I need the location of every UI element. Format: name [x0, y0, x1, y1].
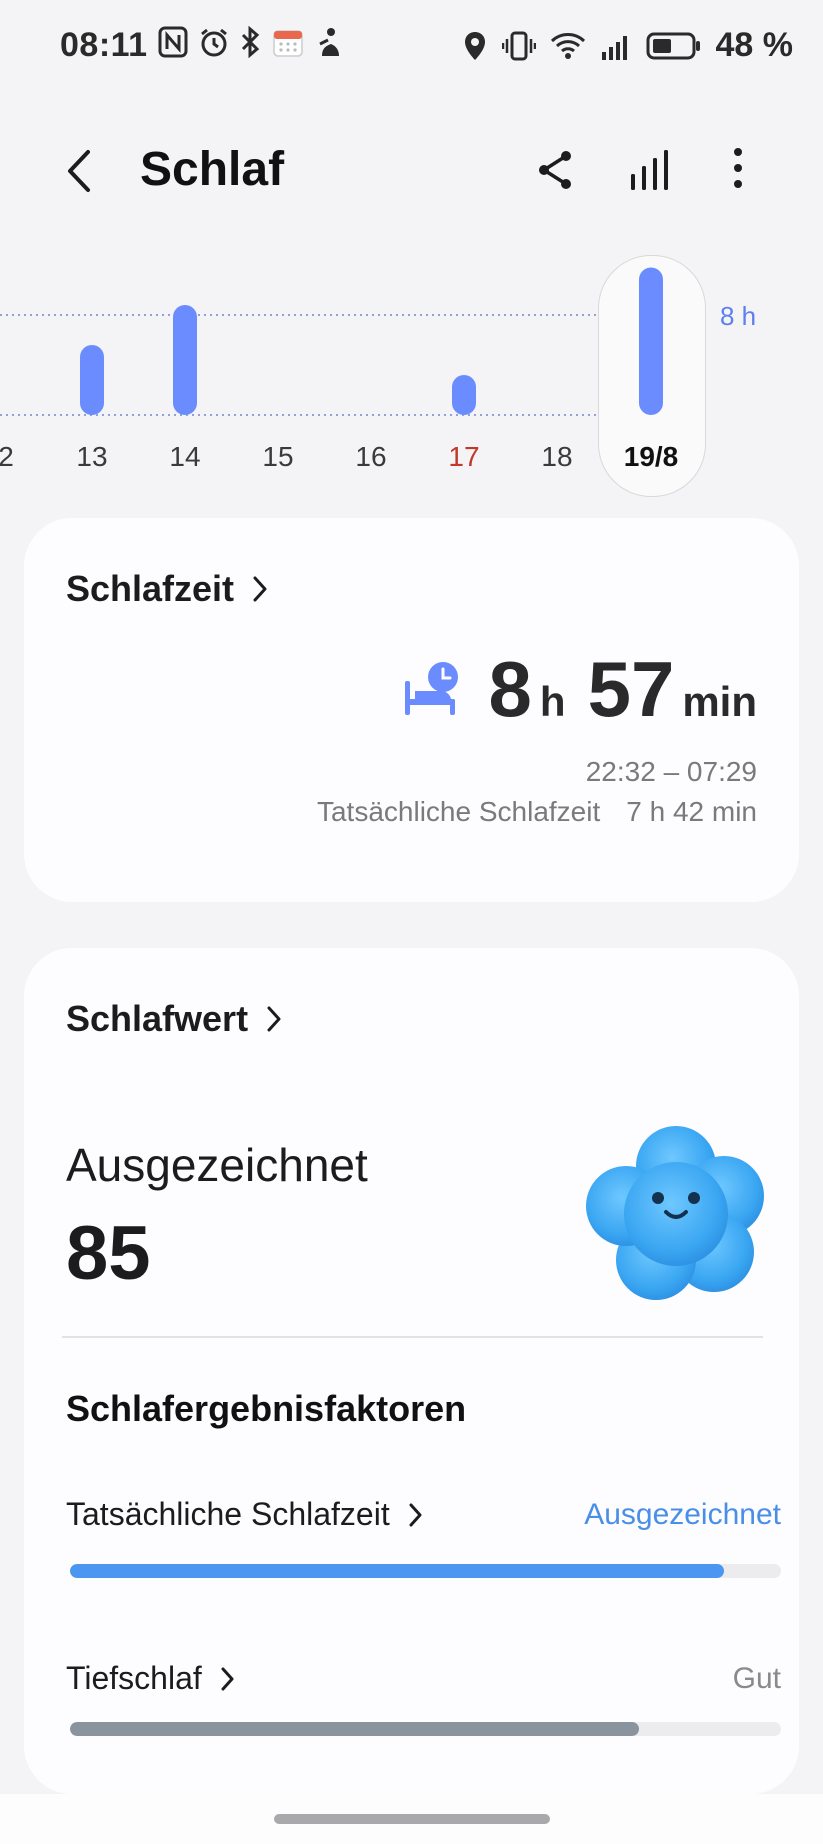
chevron-right-icon [267, 1006, 281, 1032]
day-label-19-8[interactable]: 19/8 [624, 441, 679, 473]
factor-status: Gut [732, 1661, 781, 1695]
bed-clock-icon [404, 661, 458, 715]
factor-name: Tatsächliche Schlafzeit [66, 1496, 422, 1533]
nfc-icon [158, 26, 188, 58]
factor-name: Tiefschlaf [66, 1660, 234, 1697]
sleep-time-card[interactable]: Schlafzeit 8 h 57 min 22:32 – 07:29 Tats… [24, 518, 799, 902]
back-icon[interactable] [60, 146, 100, 196]
day-label-14[interactable]: 14 [169, 441, 200, 473]
divider [62, 1336, 763, 1338]
wifi-icon [550, 32, 585, 59]
battery-icon [646, 32, 700, 59]
location-icon [464, 31, 485, 60]
day-label-17[interactable]: 17 [448, 441, 479, 473]
factor-progress-track [70, 1564, 781, 1578]
chevron-right-icon [253, 576, 267, 602]
sleep-rating: Ausgezeichnet [66, 1139, 368, 1191]
reference-line-label: 8 h [720, 301, 757, 331]
chart-svg [0, 267, 663, 416]
bar-13[interactable] [80, 345, 104, 415]
sleep-chart: 2 13 14 15 16 17 18 19/8 8 h [0, 245, 823, 505]
day-label-18[interactable]: 18 [541, 441, 572, 473]
chevron-right-icon [409, 1503, 422, 1526]
actual-sleep: Tatsächliche Schlafzeit 7 h 42 min [317, 796, 757, 828]
day-label-13[interactable]: 13 [76, 441, 107, 473]
sleep-score-card[interactable]: Schlafwert Ausgezeichnet 85 Schlafergebn… [24, 948, 799, 1794]
vibrate-icon [501, 31, 536, 60]
factor-status: Ausgezeichnet [584, 1497, 781, 1531]
signal-icon [601, 35, 627, 60]
sleep-score-title-text: Schlafwert [66, 998, 249, 1039]
factor-row-deep-sleep[interactable]: Tiefschlaf Gut [66, 1660, 781, 1697]
sleep-range: 22:32 – 07:29 [585, 756, 757, 787]
figure-icon [319, 28, 339, 56]
hours-value: 8 [488, 645, 532, 733]
page-title: Schlaf [140, 143, 285, 196]
more-icon[interactable] [726, 146, 750, 190]
factor-progress-fill [70, 1722, 639, 1736]
day-label-2[interactable]: 2 [0, 441, 14, 473]
bar-17[interactable] [452, 375, 476, 415]
bluetooth-icon [241, 26, 260, 58]
sleep-score-title[interactable]: Schlafwert [66, 998, 282, 1040]
calendar-icon [273, 30, 303, 57]
bar-19-8[interactable] [639, 267, 663, 416]
home-indicator[interactable] [274, 1814, 550, 1824]
bar-14[interactable] [173, 305, 197, 415]
share-icon[interactable] [536, 148, 576, 192]
status-bar: 08:11 48 % [0, 0, 823, 90]
bar-chart-icon[interactable] [628, 148, 672, 192]
alarm-icon [201, 28, 227, 57]
factors-title: Schlafergebnisfaktoren [66, 1388, 467, 1429]
sleep-time-title-text: Schlafzeit [66, 568, 235, 609]
factor-label: Tatsächliche Schlafzeit [66, 1496, 390, 1532]
factor-progress-fill [70, 1564, 725, 1578]
sleep-duration: 8 h 57 min [401, 644, 757, 735]
minutes-value: 57 [587, 645, 675, 733]
sleep-score-value: 85 [66, 1211, 151, 1296]
cloud-mascot-icon [586, 1126, 764, 1300]
clock: 08:11 [60, 26, 148, 64]
factor-progress-track [70, 1722, 781, 1736]
factor-row-actual-sleep[interactable]: Tatsächliche Schlafzeit Ausgezeichnet [66, 1496, 781, 1533]
status-icons-right: 48 % [462, 26, 794, 65]
factor-label: Tiefschlaf [66, 1660, 202, 1696]
day-label-16[interactable]: 16 [355, 441, 386, 473]
status-icons-left [158, 26, 344, 58]
actual-sleep-value: 7 h 42 min [626, 796, 757, 827]
actual-sleep-label: Tatsächliche Schlafzeit [316, 796, 601, 827]
chevron-right-icon [221, 1667, 234, 1690]
day-label-15[interactable]: 15 [262, 441, 293, 473]
hours-unit: h [539, 678, 566, 725]
sleep-time-title[interactable]: Schlafzeit [66, 568, 268, 610]
minutes-unit: min [682, 678, 757, 725]
battery-percent: 48 % [715, 26, 794, 64]
